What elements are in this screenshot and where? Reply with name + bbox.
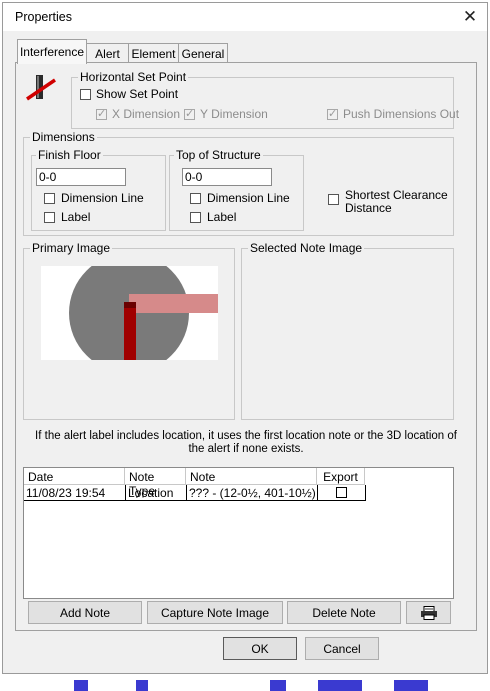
push-dimensions-out-label: Push Dimensions Out [343, 107, 460, 121]
printer-icon [420, 605, 437, 620]
top-of-structure-group: Top of Structure Dimension Line Label [169, 148, 304, 231]
column-header-note[interactable]: Note [186, 468, 317, 485]
background-block [270, 680, 286, 691]
group-label: Selected Note Image [248, 241, 365, 255]
dimensions-group: Dimensions Finish Floor Dimension Line L… [23, 130, 454, 236]
tab-label: Element [131, 46, 176, 61]
finish-floor-dimension-line-label: Dimension Line [61, 191, 144, 205]
shortest-clearance-label-line2: Distance [345, 201, 392, 215]
ok-label: OK [251, 641, 269, 656]
column-header-export[interactable]: Export [317, 468, 365, 485]
add-note-label: Add Note [59, 605, 111, 620]
horizontal-set-point-group: Horizontal Set Point Show Set Point X Di… [71, 70, 459, 129]
y-dimension-label: Y Dimension [200, 107, 268, 121]
top-of-structure-dimension-line-label: Dimension Line [207, 191, 290, 205]
row-note: ??? - (12-0½, 401-10½) [186, 485, 318, 500]
tab-label: General [181, 46, 225, 61]
notes-table[interactable]: Date Note Type Note Export 11/08/23 19:5… [23, 467, 454, 599]
group-label: Primary Image [30, 241, 113, 255]
tab-interference[interactable]: Interference [17, 39, 87, 64]
print-button[interactable] [406, 601, 451, 624]
finish-floor-dimension-line-checkbox[interactable] [44, 193, 55, 204]
primary-image-render [41, 266, 218, 360]
title-bar[interactable]: Properties ✕ [3, 3, 487, 31]
finish-floor-label: Finish Floor [36, 148, 103, 162]
finish-floor-label-option: Label [61, 210, 91, 224]
finish-floor-input[interactable] [36, 168, 126, 186]
top-of-structure-label: Top of Structure [174, 148, 263, 162]
alert-location-info: If the alert label includes location, it… [23, 430, 469, 456]
shortest-clearance-label: Shortest Clearance [345, 188, 448, 202]
show-set-point-label: Show Set Point [96, 87, 179, 101]
shortest-clearance-checkbox[interactable] [328, 194, 339, 205]
finish-floor-label-checkbox[interactable] [44, 212, 55, 223]
window-title: Properties [15, 10, 72, 24]
properties-dialog: Properties ✕ Interference Alert Element … [2, 2, 488, 674]
y-dimension-checkbox[interactable] [184, 107, 195, 120]
tab-label: Alert [95, 46, 120, 61]
row-export-cell [317, 485, 365, 500]
add-note-button[interactable]: Add Note [28, 601, 142, 624]
ok-button[interactable]: OK [223, 637, 297, 660]
background-block [318, 680, 362, 691]
x-dimension-checkbox[interactable] [96, 107, 107, 120]
export-checkbox[interactable] [336, 487, 347, 498]
delete-note-label: Delete Note [312, 605, 376, 620]
column-header-date[interactable]: Date [24, 468, 125, 485]
tab-element[interactable]: Element [128, 43, 179, 63]
group-label: Horizontal Set Point [78, 70, 189, 84]
info-line-2: the alert if none exists. [188, 443, 304, 455]
x-dimension-label: X Dimension [112, 107, 181, 121]
tab-label: Interference [19, 45, 85, 59]
interference-marker-icon [26, 75, 56, 101]
column-header-note-type[interactable]: Note Type [125, 468, 186, 498]
tab-general[interactable]: General [178, 43, 228, 63]
primary-image [41, 266, 218, 360]
top-of-structure-label-checkbox[interactable] [190, 212, 201, 223]
row-date: 11/08/23 19:54 [26, 486, 106, 500]
delete-note-button[interactable]: Delete Note [287, 601, 401, 624]
background-block [136, 680, 148, 691]
primary-image-group: Primary Image [23, 241, 235, 420]
show-set-point-checkbox[interactable] [80, 89, 91, 100]
capture-note-image-label: Capture Note Image [160, 605, 270, 620]
selected-note-image-group: Selected Note Image [241, 241, 454, 420]
top-of-structure-input[interactable] [182, 168, 272, 186]
finish-floor-group: Finish Floor Dimension Line Label [31, 148, 166, 231]
capture-note-image-button[interactable]: Capture Note Image [147, 601, 283, 624]
background-block [74, 680, 88, 691]
cancel-button[interactable]: Cancel [305, 637, 379, 660]
info-line-1: If the alert label includes location, it… [35, 430, 457, 442]
push-dimensions-out-checkbox[interactable] [327, 107, 338, 120]
cancel-label: Cancel [323, 641, 361, 656]
table-row[interactable]: 11/08/23 19:54 Location ??? - (12-0½, 40… [24, 485, 366, 501]
background-block [394, 680, 428, 691]
close-icon[interactable]: ✕ [459, 6, 481, 28]
top-of-structure-dimension-line-checkbox[interactable] [190, 193, 201, 204]
group-label: Dimensions [30, 130, 97, 144]
tab-alert[interactable]: Alert [86, 43, 129, 63]
top-of-structure-label-option: Label [207, 210, 237, 224]
row-note-type: Location [125, 485, 175, 500]
